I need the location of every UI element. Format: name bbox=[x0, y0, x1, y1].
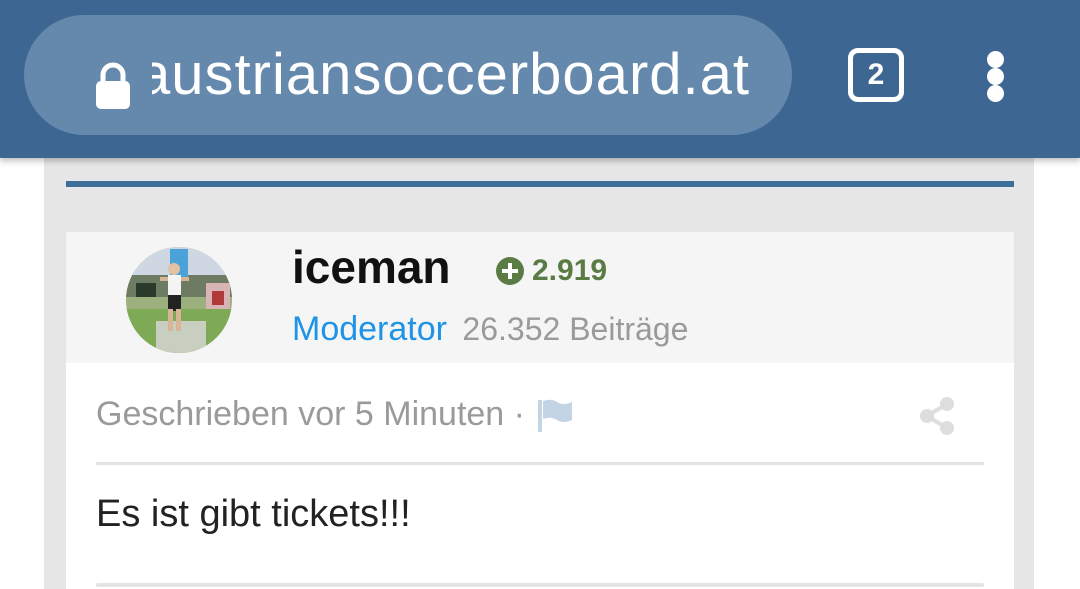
plus-circle-icon bbox=[496, 257, 524, 285]
tab-switcher-button[interactable]: 2 bbox=[848, 48, 904, 102]
more-vert-icon[interactable] bbox=[976, 46, 1016, 106]
post-content: Es ist gibt tickets!!! bbox=[96, 493, 411, 535]
author-role: Moderator bbox=[292, 310, 447, 348]
browser-toolbar: austriansoccerboard.at 2 bbox=[0, 0, 1080, 158]
address-bar[interactable]: austriansoccerboard.at bbox=[24, 15, 792, 135]
author-post-count: 26.352 Beiträge bbox=[462, 311, 689, 347]
avatar[interactable] bbox=[126, 247, 232, 353]
lock-icon bbox=[96, 62, 130, 109]
post-divider bbox=[96, 462, 984, 465]
author-username[interactable]: iceman bbox=[292, 240, 451, 294]
url-text[interactable]: austriansoccerboard.at bbox=[152, 15, 788, 135]
post-timestamp[interactable]: Geschrieben vor 5 Minuten · bbox=[96, 395, 525, 434]
post-footer-divider bbox=[96, 583, 984, 587]
post-author-header: iceman 2.919 Moderator 26.352 Beiträge bbox=[66, 232, 1014, 363]
avatar-photo bbox=[126, 247, 232, 353]
reputation-value: 2.919 bbox=[532, 254, 608, 287]
reputation-badge: 2.919 bbox=[496, 254, 607, 288]
post-body: Geschrieben vor 5 Minuten · Es ist gibt … bbox=[66, 363, 1014, 589]
post-meta: Geschrieben vor 5 Minuten · bbox=[96, 395, 575, 434]
flag-icon[interactable] bbox=[535, 398, 575, 432]
topic-accent-line bbox=[66, 181, 1014, 187]
author-role-line: Moderator 26.352 Beiträge bbox=[292, 310, 688, 349]
share-icon[interactable] bbox=[918, 396, 956, 436]
